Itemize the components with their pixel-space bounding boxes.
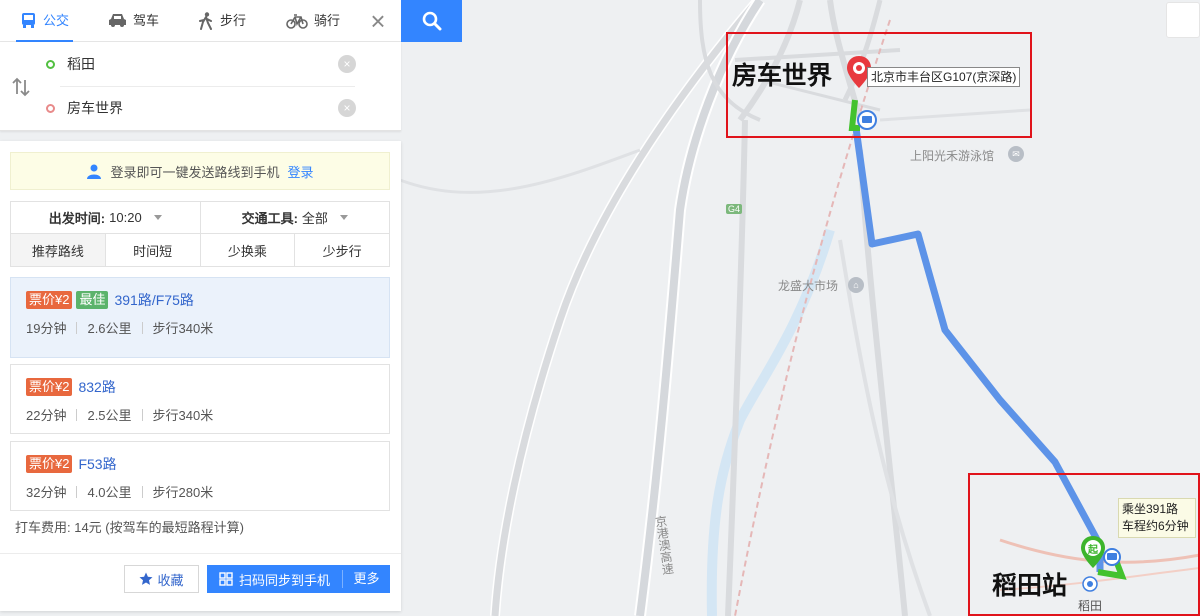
route-duration: 22分钟	[26, 408, 67, 423]
login-prompt-text: 登录即可一键发送路线到手机	[110, 164, 280, 180]
depart-time-label: 出发时间:	[48, 211, 106, 226]
price-badge: 票价¥2	[26, 378, 73, 396]
footer-divider	[0, 553, 401, 554]
clear-destination-icon[interactable]: ×	[338, 99, 356, 117]
search-button[interactable]	[401, 0, 462, 42]
transport-type-label: 交通工具:	[241, 211, 298, 226]
market-poi-icon[interactable]: ⌂	[848, 277, 864, 293]
best-badge: 最佳	[76, 291, 109, 309]
more-button[interactable]: 更多	[342, 570, 390, 588]
divider	[141, 408, 143, 421]
divider	[141, 321, 143, 334]
route-name: 832路	[78, 379, 116, 395]
sync-label: 扫码同步到手机	[239, 572, 331, 588]
tab-bike[interactable]: 骑行	[286, 0, 340, 41]
bus-icon	[22, 13, 35, 28]
destination-dot-icon	[46, 103, 55, 113]
route-filters: 出发时间: 10:20 交通工具: 全部 推荐路线 时间短 少换乘 少步行	[10, 201, 390, 267]
sync-to-phone-button[interactable]: 扫码同步到手机 更多	[207, 565, 390, 593]
star-icon	[139, 572, 153, 585]
travel-mode-tabs: 公交 驾车 步行 骑行 ×	[0, 0, 401, 42]
divider	[76, 321, 78, 334]
sort-tab-recommended[interactable]: 推荐路线	[11, 234, 106, 266]
car-icon	[109, 14, 126, 27]
qr-code-icon	[219, 572, 233, 586]
tab-drive[interactable]: 驾车	[108, 0, 159, 41]
tab-bus[interactable]: 公交	[15, 0, 74, 42]
destination-title: 房车世界	[732, 61, 833, 90]
results-panel: 登录即可一键发送路线到手机 登录 出发时间: 10:20 交通工具: 全部 推荐…	[0, 141, 401, 611]
route-duration: 32分钟	[26, 485, 67, 500]
route-walk: 步行340米	[152, 321, 214, 336]
route-name: 391路/F75路	[114, 292, 194, 308]
sort-tab-fewest-transfers[interactable]: 少换乘	[201, 234, 296, 266]
input-divider	[60, 86, 355, 87]
transport-type-value: 全部	[301, 211, 328, 226]
route-walk: 步行280米	[152, 485, 214, 500]
origin-title: 稻田站	[992, 571, 1068, 600]
pool-poi-icon[interactable]: ✉	[1008, 146, 1024, 162]
route-plan-1[interactable]: 票价¥2 最佳 391路/F75路 19分钟 2.6公里 步行340米	[10, 277, 390, 358]
chevron-down-icon	[339, 215, 348, 220]
close-icon[interactable]: ×	[364, 8, 392, 36]
destination-input[interactable]: 房车世界	[67, 98, 338, 118]
favorite-button[interactable]: 收藏	[124, 565, 199, 593]
origin-dot-icon	[46, 59, 55, 69]
swap-icon[interactable]	[10, 76, 32, 98]
tab-bus-label: 公交	[43, 13, 70, 28]
user-icon	[87, 164, 102, 179]
route-duration: 19分钟	[26, 321, 67, 336]
map-control-button[interactable]	[1166, 2, 1200, 38]
login-prompt: 登录即可一键发送路线到手机 登录	[10, 152, 390, 190]
depart-time-select[interactable]: 出发时间: 10:20	[11, 202, 201, 233]
divider	[76, 485, 78, 498]
route-distance: 2.5公里	[87, 408, 132, 423]
divider	[76, 408, 78, 421]
chevron-down-icon	[153, 215, 162, 220]
taxi-fare: 打车费用: 14元 (按驾车的最短路程计算)	[15, 520, 244, 535]
route-walk: 步行340米	[152, 408, 214, 423]
walk-icon	[199, 11, 212, 30]
route-plan-2[interactable]: 票价¥2 832路 22分钟 2.5公里 步行340米	[10, 364, 390, 434]
bike-icon	[286, 13, 308, 29]
tab-drive-label: 驾车	[133, 13, 160, 28]
map-label-pool: 上阳光禾游泳馆	[910, 149, 995, 163]
price-badge: 票价¥2	[26, 291, 73, 309]
route-plan-3[interactable]: 票价¥2 F53路 32分钟 4.0公里 步行280米	[10, 441, 390, 511]
clear-origin-icon[interactable]: ×	[338, 55, 356, 73]
favorite-label: 收藏	[157, 572, 184, 588]
map-label-market: 龙盛大市场	[778, 279, 839, 293]
route-inputs: 稻田 × 房车世界 ×	[0, 42, 401, 131]
tab-walk[interactable]: 步行	[198, 0, 246, 41]
search-icon	[422, 11, 441, 31]
origin-input[interactable]: 稻田	[67, 54, 338, 74]
highway-shield-icon: G4	[726, 204, 743, 214]
tab-walk-label: 步行	[220, 13, 247, 28]
origin-field[interactable]: 稻田 ×	[40, 44, 356, 84]
transport-type-select[interactable]: 交通工具: 全部	[201, 202, 390, 233]
sort-tab-least-walking[interactable]: 少步行	[295, 234, 389, 266]
depart-time-value: 10:20	[109, 210, 142, 225]
route-distance: 2.6公里	[87, 321, 132, 336]
divider	[141, 485, 143, 498]
destination-field[interactable]: 房车世界 ×	[40, 88, 356, 128]
tab-bike-label: 骑行	[314, 13, 341, 28]
route-name: F53路	[78, 456, 117, 472]
route-distance: 4.0公里	[87, 485, 132, 500]
login-link[interactable]: 登录	[288, 162, 314, 181]
price-badge: 票价¥2	[26, 455, 73, 473]
sort-tab-fastest[interactable]: 时间短	[106, 234, 201, 266]
